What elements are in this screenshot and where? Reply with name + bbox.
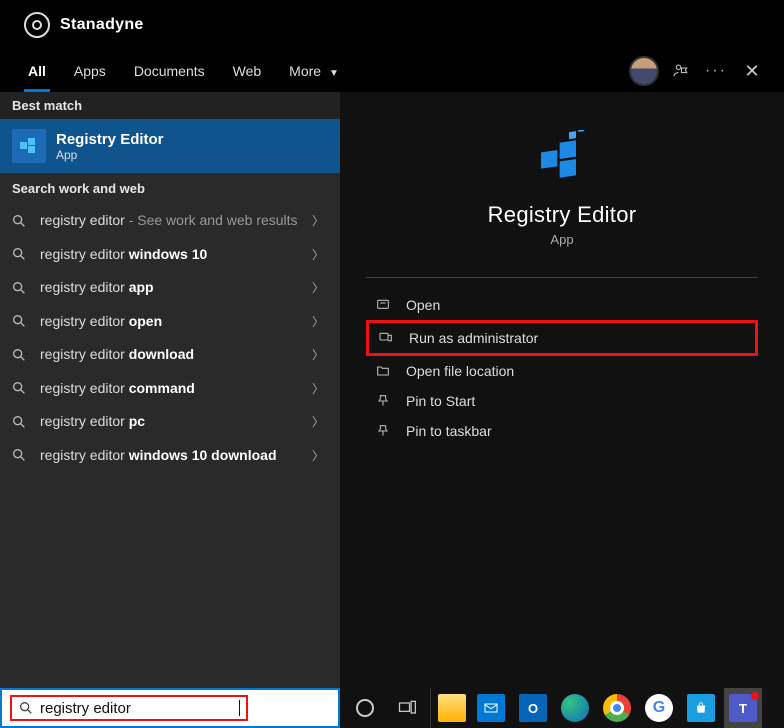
chevron-right-icon: 〉	[312, 346, 330, 363]
chevron-right-icon: 〉	[312, 413, 330, 430]
preview-subtitle: App	[550, 232, 573, 247]
web-result-item[interactable]: registry editor - See work and web resul…	[0, 204, 340, 238]
tab-apps[interactable]: Apps	[60, 50, 120, 92]
close-button[interactable]: ✕	[734, 53, 770, 89]
search-icon	[10, 246, 28, 262]
pin-icon	[374, 423, 392, 439]
action-open[interactable]: Open	[366, 290, 758, 320]
search-body: Best match Registry Editor App Search wo…	[0, 92, 784, 688]
web-result-text: registry editor - See work and web resul…	[40, 212, 300, 230]
action-pin-start-label: Pin to Start	[406, 393, 475, 409]
more-options-icon[interactable]: ···	[698, 53, 734, 89]
taskbar-chrome[interactable]	[598, 688, 636, 728]
search-icon	[10, 347, 28, 363]
web-result-text: registry editor download	[40, 346, 300, 364]
search-icon	[10, 414, 28, 430]
taskbar: O G T	[340, 688, 784, 728]
taskbar-cortana[interactable]	[346, 688, 384, 728]
chevron-right-icon: 〉	[312, 279, 330, 296]
taskbar-task-view[interactable]	[388, 688, 426, 728]
action-open-location-label: Open file location	[406, 363, 514, 379]
results-column: Best match Registry Editor App Search wo…	[0, 92, 340, 688]
search-tabs-row: All Apps Documents Web More ▼ ··· ✕	[0, 50, 784, 92]
open-icon	[374, 297, 392, 313]
search-icon	[10, 213, 28, 229]
pin-icon	[374, 393, 392, 409]
web-result-item[interactable]: registry editor windows 10 download 〉	[0, 439, 340, 473]
web-result-text: registry editor open	[40, 313, 300, 331]
taskbar-store[interactable]	[682, 688, 720, 728]
shield-icon	[377, 330, 395, 346]
tab-documents[interactable]: Documents	[120, 50, 219, 92]
feedback-icon[interactable]	[662, 53, 698, 89]
chevron-down-icon: ▼	[329, 68, 339, 79]
taskbar-file-explorer[interactable]	[430, 688, 468, 728]
search-icon	[18, 700, 34, 716]
search-panel: All Apps Documents Web More ▼ ··· ✕ Best…	[0, 50, 784, 688]
web-result-text: registry editor pc	[40, 413, 300, 431]
web-result-item[interactable]: registry editor pc 〉	[0, 405, 340, 439]
web-result-item[interactable]: registry editor open 〉	[0, 305, 340, 339]
divider	[366, 277, 758, 278]
action-open-file-location[interactable]: Open file location	[366, 356, 758, 386]
chevron-right-icon: 〉	[312, 313, 330, 330]
best-match-item[interactable]: Registry Editor App	[0, 119, 340, 173]
search-input[interactable]	[40, 700, 239, 717]
tab-all[interactable]: All	[14, 50, 60, 92]
taskbar-mail[interactable]	[472, 688, 510, 728]
best-match-subtitle: App	[56, 148, 164, 162]
bottom-row: O G T	[0, 688, 784, 728]
preview-hero: Registry Editor App	[366, 110, 758, 269]
search-box[interactable]	[0, 688, 340, 728]
action-pin-taskbar-label: Pin to taskbar	[406, 423, 492, 439]
search-icon	[10, 280, 28, 296]
title-bar: Stanadyne	[0, 0, 784, 50]
account-avatar[interactable]	[626, 53, 662, 89]
web-results-list: registry editor - See work and web resul…	[0, 204, 340, 472]
web-result-text: registry editor command	[40, 380, 300, 398]
search-icon	[10, 380, 28, 396]
best-match-header: Best match	[0, 92, 340, 119]
windows-search-panel: Stanadyne All Apps Documents Web More ▼ …	[0, 0, 784, 728]
web-result-item[interactable]: registry editor download 〉	[0, 338, 340, 372]
web-result-text: registry editor windows 10 download	[40, 447, 300, 465]
chevron-right-icon: 〉	[312, 212, 330, 229]
web-result-text: registry editor app	[40, 279, 300, 297]
taskbar-edge[interactable]	[556, 688, 594, 728]
search-web-header: Search work and web	[0, 173, 340, 204]
chevron-right-icon: 〉	[312, 447, 330, 464]
folder-icon	[374, 363, 392, 379]
taskbar-teams[interactable]: T	[724, 688, 762, 728]
tab-more-label: More	[289, 63, 321, 79]
tab-more[interactable]: More ▼	[275, 50, 353, 92]
best-match-title: Registry Editor	[56, 131, 164, 148]
web-result-item[interactable]: registry editor app 〉	[0, 271, 340, 305]
search-icon	[10, 313, 28, 329]
preview-title: Registry Editor	[488, 202, 637, 228]
brand-logo-icon	[24, 12, 50, 38]
action-pin-to-start[interactable]: Pin to Start	[366, 386, 758, 416]
action-open-label: Open	[406, 297, 440, 313]
action-run-admin-label: Run as administrator	[409, 330, 538, 346]
taskbar-outlook[interactable]: O	[514, 688, 552, 728]
tab-web[interactable]: Web	[219, 50, 276, 92]
action-run-as-administrator[interactable]: Run as administrator	[366, 320, 758, 356]
web-result-item[interactable]: registry editor windows 10 〉	[0, 238, 340, 272]
action-pin-to-taskbar[interactable]: Pin to taskbar	[366, 416, 758, 446]
registry-editor-hero-icon	[532, 128, 592, 188]
chevron-right-icon: 〉	[312, 246, 330, 263]
chevron-right-icon: 〉	[312, 380, 330, 397]
taskbar-google[interactable]: G	[640, 688, 678, 728]
web-result-item[interactable]: registry editor command 〉	[0, 372, 340, 406]
preview-column: Registry Editor App Open Run as administ…	[340, 92, 784, 688]
text-caret	[239, 700, 240, 716]
brand-logo-text: Stanadyne	[60, 16, 144, 34]
web-result-text: registry editor windows 10	[40, 246, 300, 264]
search-icon	[10, 447, 28, 463]
registry-editor-icon	[12, 129, 46, 163]
